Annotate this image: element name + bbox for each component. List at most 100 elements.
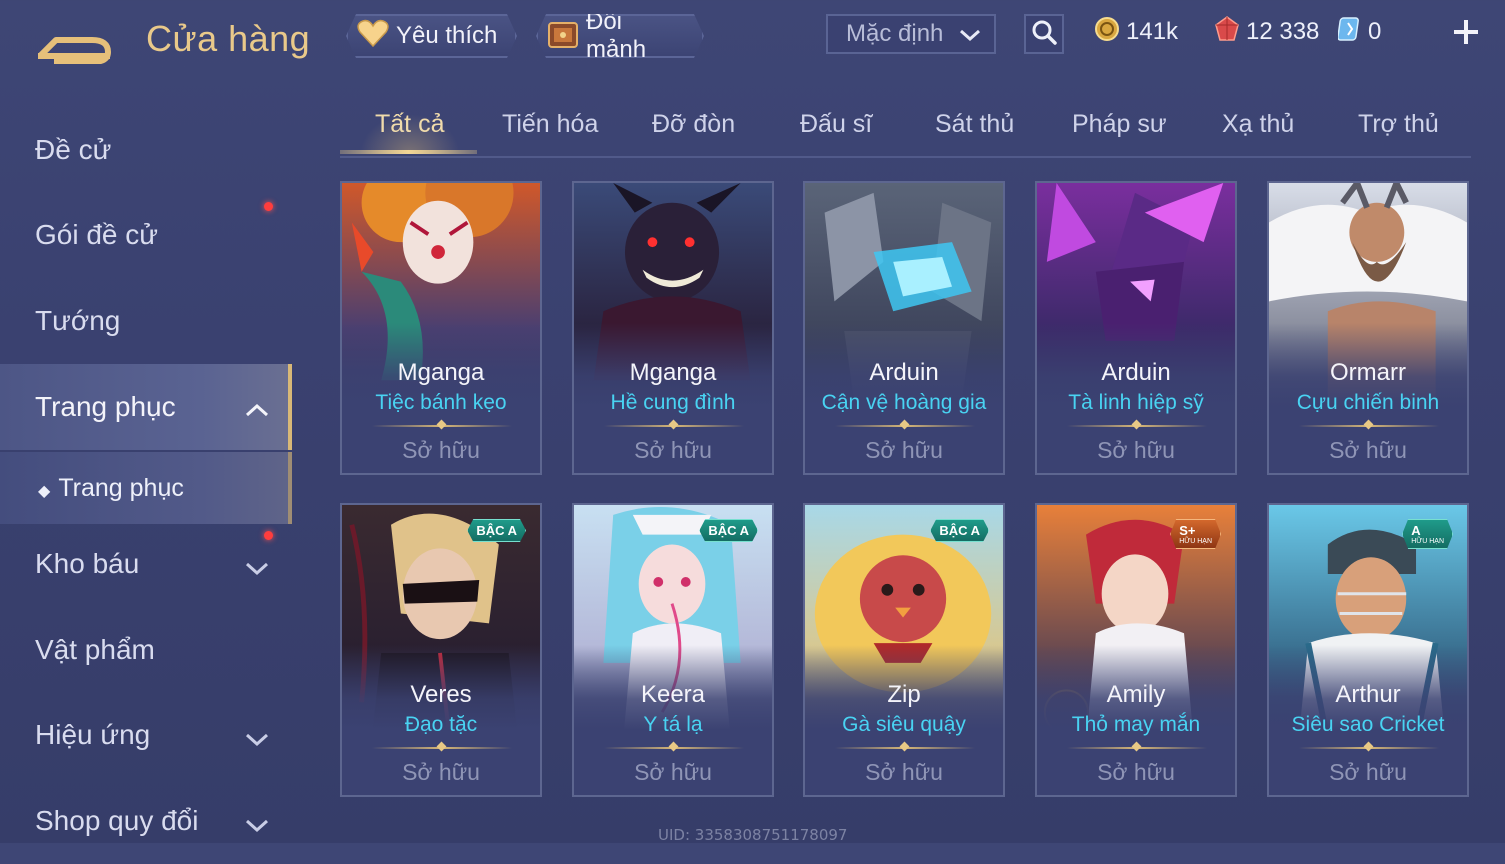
crystal-icon <box>1337 15 1362 50</box>
skin-card[interactable]: Mganga Tiệc bánh kẹo Sở hữu <box>340 181 542 475</box>
active-tab-indicator <box>340 150 477 154</box>
sidebar-item-label: Tướng <box>35 305 121 336</box>
hero-name: Amily <box>1106 681 1166 708</box>
skin-name: Đạo tặc <box>404 713 478 736</box>
sidebar-item-heroes[interactable]: Tướng <box>0 278 288 364</box>
owned-status: Sở hữu <box>865 437 943 463</box>
sidebar-item-skins[interactable]: Trang phục <box>0 364 292 450</box>
skin-name: Cựu chiến binh <box>1296 391 1440 414</box>
search-icon <box>1030 18 1058 51</box>
hero-name: Zip <box>887 681 921 708</box>
skin-card[interactable]: A HỮU HẠN Arthur Siêu sao Cricket Sở hữu <box>1267 503 1469 797</box>
skin-card[interactable]: S+ HỮU HẠN Amily Thỏ may mắn Sở hữu <box>1035 503 1237 797</box>
skin-card[interactable]: Ormarr Cựu chiến binh Sở hữu <box>1267 181 1469 475</box>
owned-status: Sở hữu <box>1097 437 1175 463</box>
uid-watermark: UID: 3358308751178097 <box>658 826 848 844</box>
top-bar: Cửa hàng Yêu thích Đổi mảnh Mặc định 141… <box>0 0 1505 80</box>
sidebar-item-label: Vật phẩm <box>35 634 155 665</box>
tier-badge: A HỮU HẠN <box>1402 519 1453 549</box>
owned-status: Sở hữu <box>1329 759 1407 785</box>
bullet-icon: ◆ <box>38 482 51 500</box>
sidebar-item-label: Shop quy đổi <box>35 805 199 836</box>
skin-name: Gà siêu quậy <box>842 713 966 736</box>
chevron-down-icon <box>244 553 270 585</box>
back-icon[interactable] <box>34 18 116 65</box>
tier-badge: S+ HỮU HẠN <box>1170 519 1221 549</box>
tier-badge: BẬC A <box>699 519 758 542</box>
gold-amount: 141k <box>1126 18 1179 45</box>
owned-status: Sở hữu <box>1097 759 1175 785</box>
hero-name: Mganga <box>397 359 485 386</box>
owned-status: Sở hữu <box>865 759 943 785</box>
favorites-label: Yêu thích <box>396 22 498 49</box>
chevron-down-icon <box>244 724 270 756</box>
hero-name: Ormarr <box>1330 359 1406 386</box>
search-button[interactable] <box>1024 14 1064 54</box>
voucher-amount: 12 338 <box>1246 18 1320 45</box>
sort-value: Mặc định <box>846 20 944 47</box>
sort-dropdown[interactable]: Mặc định <box>826 14 996 54</box>
tab-fighter[interactable]: Đấu sĩ <box>800 110 872 139</box>
sidebar-subitem-skins[interactable]: ◆ Trang phục <box>0 452 292 524</box>
sidebar-item-items[interactable]: Vật phẩm <box>0 607 288 693</box>
sidebar: Đề cử Gói đề cử Tướng Trang phục ◆ Trang … <box>0 100 292 843</box>
exchange-label: Đổi mảnh <box>586 8 647 63</box>
gold-balance: 141k <box>1094 16 1178 48</box>
skin-name: Thỏ may mắn <box>1071 713 1201 736</box>
owned-status: Sở hữu <box>402 437 480 463</box>
heart-icon <box>356 18 390 55</box>
notification-dot <box>264 531 273 540</box>
quan-huy-balance: 0 <box>1337 15 1382 50</box>
sidebar-item-recommended-bundles[interactable]: Gói đề cử <box>0 192 288 278</box>
quan-huy-amount: 0 <box>1368 18 1382 45</box>
sidebar-item-label: Trang phục <box>35 391 176 422</box>
sidebar-item-effects[interactable]: Hiệu ứng <box>0 692 288 778</box>
skin-name: Tà linh hiệp sỹ <box>1068 391 1204 414</box>
sidebar-item-exchange-shop[interactable]: Shop quy đổi <box>0 778 288 864</box>
skin-card[interactable]: BẬC A Veres Đạo tặc Sở hữu <box>340 503 542 797</box>
skin-name: Siêu sao Cricket <box>1291 713 1445 736</box>
sidebar-item-treasure[interactable]: Kho báu <box>0 521 288 607</box>
tab-support[interactable]: Trợ thủ <box>1358 110 1439 139</box>
owned-status: Sở hữu <box>402 759 480 785</box>
notification-dot <box>264 202 273 211</box>
sidebar-item-label: Gói đề cử <box>35 219 159 250</box>
tab-all[interactable]: Tất cả <box>375 110 444 139</box>
skin-card[interactable]: BẬC A Zip Gà siêu quậy Sở hữu <box>803 503 1005 797</box>
tab-mage[interactable]: Pháp sư <box>1072 110 1167 139</box>
sidebar-item-label: Đề cử <box>35 134 112 165</box>
chest-icon <box>546 17 580 56</box>
skin-name: Hề cung đình <box>610 391 736 414</box>
chevron-down-icon <box>958 24 982 52</box>
skin-card[interactable]: BẬC A Keera Y tá lạ Sở hữu <box>572 503 774 797</box>
exchange-fragments-button[interactable]: Đổi mảnh <box>536 14 704 58</box>
hero-name: Veres <box>410 681 472 708</box>
add-currency-button[interactable] <box>1450 16 1482 48</box>
voucher-balance: 12 338 <box>1214 15 1320 50</box>
tab-assassin[interactable]: Sát thủ <box>935 110 1014 139</box>
hero-name: Arduin <box>869 359 939 386</box>
tab-evolution[interactable]: Tiến hóa <box>502 110 598 139</box>
owned-status: Sở hữu <box>1329 437 1407 463</box>
chevron-up-icon <box>244 396 270 428</box>
sidebar-item-recommended[interactable]: Đề cử <box>0 107 288 193</box>
skin-grid: Mganga Tiệc bánh kẹo Sở hữu Mganga Hề cu… <box>340 181 1471 843</box>
gold-coin-icon <box>1094 16 1120 49</box>
tab-marksman[interactable]: Xạ thủ <box>1222 110 1294 139</box>
owned-status: Sở hữu <box>634 437 712 463</box>
favorites-button[interactable]: Yêu thích <box>346 14 517 58</box>
skin-card[interactable]: Arduin Tà linh hiệp sỹ Sở hữu <box>1035 181 1237 475</box>
sidebar-subitem-label: ◆ Trang phục <box>38 473 184 502</box>
skin-name: Tiệc bánh kẹo <box>375 391 507 414</box>
skin-name: Y tá lạ <box>643 713 703 736</box>
sidebar-item-label: Hiệu ứng <box>35 719 151 750</box>
skin-card[interactable]: Mganga Hề cung đình Sở hữu <box>572 181 774 475</box>
tab-tank[interactable]: Đỡ đòn <box>652 110 735 139</box>
plus-icon <box>1450 20 1482 52</box>
tier-badge: BẬC A <box>930 519 989 542</box>
hero-name: Mganga <box>629 359 717 386</box>
ruby-icon <box>1214 15 1240 50</box>
hero-name: Arduin <box>1101 359 1171 386</box>
hero-name: Keera <box>640 681 706 708</box>
skin-card[interactable]: Arduin Cận vệ hoàng gia Sở hữu <box>803 181 1005 475</box>
